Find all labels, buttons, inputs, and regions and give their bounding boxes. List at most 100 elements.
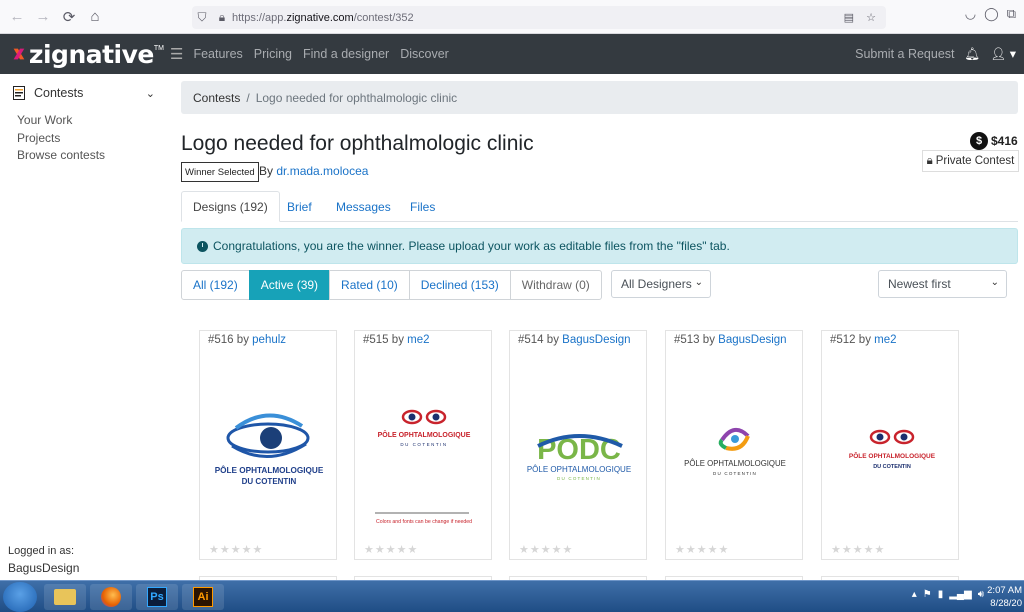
design-thumbnail[interactable]: PÔLE OPHTALMOLOGIQUE DU COTENTIN (828, 356, 954, 536)
designer-link[interactable]: me2 (407, 334, 429, 346)
contest-owner-link[interactable]: dr.mada.molocea (276, 164, 368, 178)
filter-rated[interactable]: Rated (10) (329, 270, 410, 300)
star-icon[interactable]: ★ (242, 543, 252, 556)
designer-link[interactable]: BagusDesign (562, 334, 630, 346)
star-icon[interactable]: ★ (831, 543, 841, 556)
filter-withdraw[interactable]: Withdraw (0) (509, 270, 602, 300)
volume-icon[interactable]: 🔊︎ (978, 589, 984, 600)
star-icon[interactable]: ★ (209, 543, 219, 556)
menu-icon[interactable]: ☰ (170, 45, 183, 63)
design-card[interactable]: #513 by BagusDesign PÔLE OPHTALMOLOGIQUE… (665, 330, 803, 560)
design-thumbnail[interactable]: PÔLE OPHTALMOLOGIQUE DU COTENTIN (206, 356, 332, 536)
url-path: /contest/352 (353, 11, 414, 24)
brand-logo[interactable]: zignative TM (12, 40, 164, 69)
nav-link-find-designer[interactable]: Find a designer (303, 47, 389, 61)
star-icon[interactable]: ★ (686, 543, 696, 556)
account-icon[interactable]: ◯ (984, 6, 999, 22)
design-thumbnail[interactable]: PÔLE OPHTALMOLOGIQUE DU COTENTIN Colors … (361, 356, 487, 536)
address-bar[interactable]: ⛉ 🔒︎ https://app. zignative.com/contest/3… (192, 6, 886, 29)
star-icon[interactable]: ★ (541, 543, 551, 556)
designer-link[interactable]: pehulz (252, 334, 286, 346)
card-header: #514 by BagusDesign (518, 334, 631, 346)
rating-stars[interactable]: ★ ★ ★ ★ ★ (675, 543, 728, 556)
tab-files[interactable]: Files (410, 191, 435, 222)
nav-link-pricing[interactable]: Pricing (254, 47, 292, 61)
star-icon[interactable]: ★ (708, 543, 718, 556)
breadcrumb-contests[interactable]: Contests (193, 91, 240, 105)
user-menu-icon[interactable]: 👤︎ ▾ (990, 46, 1016, 62)
file-explorer-icon[interactable] (44, 584, 86, 610)
rating-stars[interactable]: ★ ★ ★ ★ ★ (364, 543, 417, 556)
star-icon[interactable]: ★ (563, 543, 573, 556)
star-icon[interactable]: ★ (875, 543, 885, 556)
design-thumbnail[interactable]: PODC PÔLE OPHTALMOLOGIQUE DU COTENTIN (516, 356, 642, 536)
illustrator-icon[interactable]: Ai (182, 584, 224, 610)
signal-icon[interactable]: ▂▄▆ (949, 589, 971, 600)
firefox-icon[interactable] (90, 584, 132, 610)
filter-active[interactable]: Active (39) (248, 270, 331, 300)
design-card[interactable]: #516 by pehulz PÔLE OPHTALMOLOGIQUE DU C… (199, 330, 337, 560)
extensions-icon[interactable]: ⧉ (1007, 6, 1016, 22)
tab-messages[interactable]: Messages (336, 191, 391, 222)
design-card[interactable]: #515 by me2 PÔLE OPHTALMOLOGIQUE DU COTE… (354, 330, 492, 560)
logo-text-line2: DU COTENTIN (400, 442, 447, 447)
sidebar-item-projects[interactable]: Projects (17, 131, 60, 145)
url-domain: zignative.com (286, 11, 354, 24)
logo-text-line2: DU COTENTIN (557, 476, 601, 481)
star-icon[interactable]: ★ (386, 543, 396, 556)
chevron-down-icon[interactable]: ⌄ (146, 87, 155, 100)
tray-arrow-icon[interactable]: ▴ (912, 589, 917, 600)
star-icon[interactable]: ★ (697, 543, 707, 556)
contest-tabs: Designs (192) Brief Messages Files (181, 191, 1018, 222)
forward-icon[interactable]: → (30, 4, 56, 30)
filter-declined[interactable]: Declined (153) (408, 270, 511, 300)
nav-link-discover[interactable]: Discover (400, 47, 449, 61)
design-thumbnail[interactable]: PÔLE OPHTALMOLOGIQUE DU COTENTIN (672, 356, 798, 536)
sidebar-item-your-work[interactable]: Your Work (17, 113, 72, 127)
designer-link[interactable]: me2 (874, 334, 896, 346)
system-clock[interactable]: 2:07 AM 8/28/20 (987, 584, 1022, 610)
star-icon[interactable]: ★ (842, 543, 852, 556)
design-card[interactable]: #514 by BagusDesign PODC PÔLE OPHTALMOLO… (509, 330, 647, 560)
star-icon[interactable]: ★ (675, 543, 685, 556)
star-icon[interactable]: ★ (864, 543, 874, 556)
tab-brief[interactable]: Brief (287, 191, 312, 222)
star-icon[interactable]: ★ (231, 543, 241, 556)
reload-icon[interactable]: ⟳ (56, 4, 82, 30)
photoshop-icon[interactable]: Ps (136, 584, 178, 610)
bell-icon[interactable]: 🔔︎ (965, 47, 981, 62)
pocket-icon[interactable]: ◡ (965, 6, 976, 22)
bookmark-star-icon[interactable]: ☆ (866, 11, 876, 24)
sidebar-item-browse-contests[interactable]: Browse contests (17, 148, 105, 162)
rating-stars[interactable]: ★ ★ ★ ★ ★ (831, 543, 884, 556)
filter-all[interactable]: All (192) (181, 270, 250, 300)
star-icon[interactable]: ★ (375, 543, 385, 556)
back-icon[interactable]: ← (4, 4, 30, 30)
designer-link[interactable]: BagusDesign (718, 334, 786, 346)
star-icon[interactable]: ★ (519, 543, 529, 556)
star-icon[interactable]: ★ (408, 543, 418, 556)
rating-stars[interactable]: ★ ★ ★ ★ ★ (209, 543, 262, 556)
star-icon[interactable]: ★ (220, 543, 230, 556)
windows-start-icon[interactable] (3, 582, 37, 612)
sidebar-section-contests[interactable]: Contests ⌄ (13, 86, 155, 100)
design-number: #513 (674, 334, 700, 346)
star-icon[interactable]: ★ (397, 543, 407, 556)
tab-designs[interactable]: Designs (192) (181, 191, 280, 222)
submit-request-link[interactable]: Submit a Request (855, 47, 954, 61)
home-icon[interactable]: ⌂ (82, 4, 108, 30)
design-card[interactable]: #512 by me2 PÔLE OPHTALMOLOGIQUE DU COTE… (821, 330, 959, 560)
rating-stars[interactable]: ★ ★ ★ ★ ★ (519, 543, 572, 556)
sort-select[interactable]: Newest first ⌄ (878, 270, 1007, 298)
star-icon[interactable]: ★ (530, 543, 540, 556)
network-icon[interactable]: ▮ (938, 589, 944, 600)
reader-icon[interactable]: ▤ (844, 11, 854, 24)
star-icon[interactable]: ★ (719, 543, 729, 556)
nav-link-features[interactable]: Features (193, 47, 242, 61)
star-icon[interactable]: ★ (552, 543, 562, 556)
star-icon[interactable]: ★ (364, 543, 374, 556)
designer-select[interactable]: All Designers ⌄ (611, 270, 711, 298)
action-center-flag-icon[interactable]: ⚑ (923, 589, 932, 600)
star-icon[interactable]: ★ (853, 543, 863, 556)
star-icon[interactable]: ★ (253, 543, 263, 556)
